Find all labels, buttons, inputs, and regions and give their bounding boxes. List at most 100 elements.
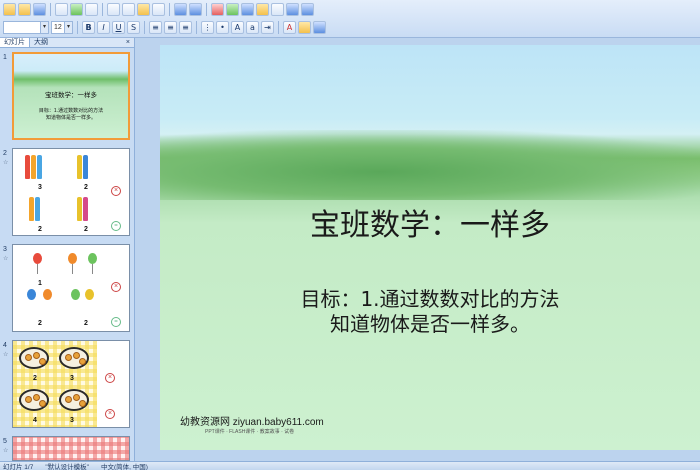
format-painter-icon[interactable] bbox=[152, 3, 165, 16]
bold-button[interactable]: B bbox=[82, 21, 95, 34]
print-icon[interactable] bbox=[55, 3, 68, 16]
slide-number: 5 bbox=[3, 438, 7, 445]
thumb-body: 目标：1.通过数数对比的方法 知道物体是否一样多。 bbox=[14, 108, 128, 122]
slide-number: 2 bbox=[3, 150, 7, 157]
paste-icon[interactable] bbox=[137, 3, 150, 16]
new-file-icon[interactable] bbox=[3, 3, 16, 16]
toolbar-divider bbox=[206, 3, 207, 16]
cross-icon: × bbox=[111, 282, 121, 292]
slide-body-text[interactable]: 目标：1.通过数数对比的方法 知道物体是否一样多。 bbox=[160, 287, 700, 337]
shadow-button[interactable]: S bbox=[127, 21, 140, 34]
slide-thumbnail-5[interactable] bbox=[12, 436, 130, 461]
font-size-value: 12 bbox=[54, 24, 62, 31]
indent-icon[interactable]: ⇥ bbox=[261, 21, 274, 34]
balloon-image bbox=[43, 289, 52, 300]
chevron-down-icon[interactable]: ▾ bbox=[64, 22, 72, 33]
insert-chart-icon[interactable] bbox=[211, 3, 224, 16]
increase-font-icon[interactable]: A bbox=[231, 21, 244, 34]
animation-star-icon: ☆ bbox=[3, 352, 9, 358]
print-preview-icon[interactable] bbox=[70, 3, 83, 16]
count-label: 2 bbox=[84, 226, 88, 233]
design-template-name: "默认设计模板" bbox=[45, 464, 89, 470]
close-icon[interactable]: × bbox=[122, 38, 134, 47]
chevron-down-icon[interactable]: ▾ bbox=[40, 22, 48, 33]
align-left-icon[interactable]: ≡ bbox=[149, 21, 162, 34]
thumb-body-line: 知道物体是否一样多。 bbox=[45, 115, 96, 121]
equal-icon: = bbox=[111, 317, 121, 327]
crayon-group bbox=[25, 155, 42, 179]
slide-canvas[interactable]: 宝班数学：一样多 目标：1.通过数数对比的方法 知道物体是否一样多。 幼教资源网… bbox=[160, 45, 700, 450]
open-folder-icon[interactable] bbox=[18, 3, 31, 16]
slide-number: 1 bbox=[3, 54, 7, 61]
font-name-select[interactable]: ▾ bbox=[3, 21, 49, 34]
align-right-icon[interactable]: ≡ bbox=[179, 21, 192, 34]
cross-icon: × bbox=[105, 373, 115, 383]
help-icon[interactable] bbox=[301, 3, 314, 16]
slide-thumbnail-3[interactable]: 1 2 2 × = bbox=[12, 244, 130, 332]
watermark-text: 幼教资源网 ziyuan.baby611.com bbox=[180, 417, 324, 428]
count-label: 2 bbox=[38, 320, 42, 327]
insert-table-icon[interactable] bbox=[226, 3, 239, 16]
toolbar-divider bbox=[77, 21, 78, 34]
toolbar-row-formatting: ▾ 12 ▾ B I U S ≡ ≡ ≡ ⋮ • A a ⇥ A bbox=[0, 19, 700, 36]
toolbar-divider bbox=[169, 3, 170, 16]
balloon-string bbox=[92, 264, 93, 274]
tablecloth-pattern bbox=[13, 437, 129, 460]
copy-icon[interactable] bbox=[122, 3, 135, 16]
slide-thumbnail-4[interactable]: 2 3 4 3 × × bbox=[12, 340, 130, 428]
ribbon-toolbar: ▾ 12 ▾ B I U S ≡ ≡ ≡ ⋮ • A a ⇥ A bbox=[0, 0, 700, 38]
watermark-subtext: PPT课件 · FLASH课件 · 教案故事 · 试卷 bbox=[205, 429, 295, 435]
italic-button[interactable]: I bbox=[97, 21, 110, 34]
hill-background bbox=[160, 130, 700, 200]
insert-wordart-icon[interactable] bbox=[256, 3, 269, 16]
crayon-group bbox=[77, 155, 88, 179]
tab-outline[interactable]: 大纲 bbox=[30, 38, 52, 47]
save-icon[interactable] bbox=[33, 3, 46, 16]
insert-picture-icon[interactable] bbox=[241, 3, 254, 16]
numbering-icon[interactable]: ⋮ bbox=[201, 21, 214, 34]
crayon-group bbox=[77, 197, 88, 221]
new-slide-icon[interactable] bbox=[313, 21, 326, 34]
redo-icon[interactable] bbox=[189, 3, 202, 16]
count-label: 1 bbox=[38, 280, 42, 287]
count-label: 3 bbox=[38, 184, 42, 191]
slide-counter: 幻灯片 1/7 bbox=[3, 464, 34, 470]
cross-icon: × bbox=[105, 409, 115, 419]
align-center-icon[interactable]: ≡ bbox=[164, 21, 177, 34]
font-color-button[interactable]: A bbox=[283, 21, 296, 34]
font-size-select[interactable]: 12 ▾ bbox=[51, 21, 73, 34]
toolbar-divider bbox=[50, 3, 51, 16]
bullets-icon[interactable]: • bbox=[216, 21, 229, 34]
cookie-plate-image bbox=[59, 347, 89, 369]
decrease-font-icon[interactable]: a bbox=[246, 21, 259, 34]
balloon-string bbox=[37, 264, 38, 274]
slide-thumbnail-1[interactable]: 宝班数学：一样多 目标：1.通过数数对比的方法 知道物体是否一样多。 bbox=[12, 52, 130, 140]
cut-icon[interactable] bbox=[107, 3, 120, 16]
undo-icon[interactable] bbox=[174, 3, 187, 16]
crayon-group bbox=[29, 197, 40, 221]
slide-number: 3 bbox=[3, 246, 7, 253]
count-label: 4 bbox=[33, 417, 37, 424]
slide-title[interactable]: 宝班数学：一样多 bbox=[160, 200, 700, 244]
zoom-icon[interactable] bbox=[286, 3, 299, 16]
balloon-image bbox=[33, 253, 42, 264]
toolbar-divider bbox=[102, 3, 103, 16]
spelling-icon[interactable] bbox=[85, 3, 98, 16]
balloon-image bbox=[88, 253, 97, 264]
slide-body-line: 知道物体是否一样多。 bbox=[330, 312, 530, 336]
design-icon[interactable] bbox=[298, 21, 311, 34]
slides-panel: 幻灯片 大纲 × 1 宝班数学：一样多 目标：1.通过数数对比的方法 知道物体是… bbox=[0, 38, 135, 461]
status-bar: 幻灯片 1/7 "默认设计模板" 中文(简体, 中国) bbox=[0, 461, 700, 470]
balloon-image bbox=[68, 253, 77, 264]
cookie-plate-image bbox=[19, 347, 49, 369]
underline-button[interactable]: U bbox=[112, 21, 125, 34]
animation-star-icon: ☆ bbox=[3, 448, 9, 454]
slide-body-line: 目标：1.通过数数对比的方法 bbox=[300, 287, 560, 311]
balloon-string bbox=[72, 264, 73, 274]
panel-tabs: 幻灯片 大纲 × bbox=[0, 38, 134, 48]
thumb-title: 宝班数学：一样多 bbox=[45, 92, 97, 99]
grid-icon[interactable] bbox=[271, 3, 284, 16]
slide-number: 4 bbox=[3, 342, 7, 349]
tab-slides[interactable]: 幻灯片 bbox=[0, 38, 30, 47]
slide-thumbnail-2[interactable]: 3 2 2 2 × = bbox=[12, 148, 130, 236]
